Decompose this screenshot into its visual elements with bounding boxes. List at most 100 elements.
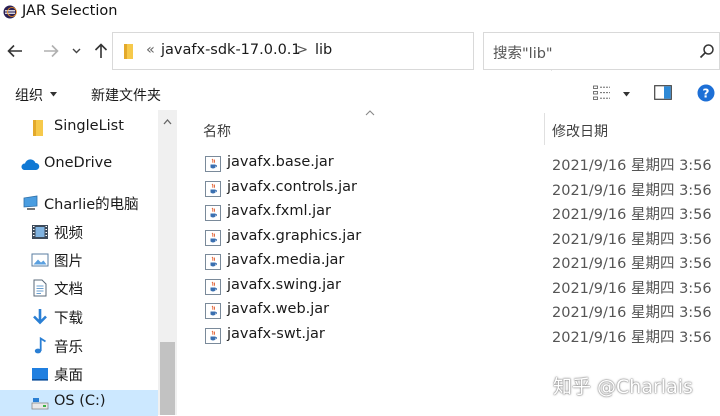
sidebar-item-os-c-drive[interactable]: OS (C:)	[0, 390, 158, 416]
folder-icon	[124, 44, 133, 59]
desktop-icon	[32, 368, 48, 381]
up-button[interactable]	[90, 40, 112, 62]
caret-down-icon	[50, 92, 57, 97]
document-icon	[33, 279, 47, 297]
sidebar-item-desktop[interactable]: 桌面	[0, 361, 158, 387]
help-button[interactable]: ?	[697, 84, 715, 106]
sidebar-item-videos[interactable]: 视频	[0, 219, 158, 245]
details-view-icon	[593, 85, 610, 100]
file-row[interactable]: javafx.media.jar 2021/9/16 星期四 3:56	[178, 250, 720, 274]
sidebar-item-label: 下载	[54, 311, 83, 327]
recent-locations-button[interactable]	[68, 40, 84, 62]
file-date-modified: 2021/9/16 星期四 3:56	[552, 256, 712, 272]
download-icon	[33, 309, 47, 325]
file-row[interactable]: javafx.fxml.jar 2021/9/16 星期四 3:56	[178, 201, 720, 225]
file-name: javafx.controls.jar	[227, 178, 357, 195]
file-date-modified: 2021/9/16 星期四 3:56	[552, 329, 712, 346]
drive-icon	[31, 398, 49, 410]
video-icon	[32, 225, 48, 239]
sidebar-item-pictures[interactable]: 图片	[0, 247, 158, 273]
file-date-modified: 2021/9/16 星期四 3:56	[552, 207, 712, 223]
file-row[interactable]: javafx.graphics.jar 2021/9/16 星期四 3:56	[178, 226, 720, 250]
arrow-left-icon	[7, 44, 22, 58]
file-name: javafx.base.jar	[227, 154, 334, 170]
navigation-pane: SingleList OneDrive Charlie的电脑 视频 图片 文档 …	[0, 110, 177, 416]
breadcrumb-separator: >	[296, 42, 309, 58]
column-divider[interactable]	[544, 113, 545, 145]
search-input[interactable]: 搜索"lib"	[483, 32, 720, 70]
file-row[interactable]: javafx.controls.jar 2021/9/16 星期四 3:56	[178, 177, 720, 201]
sidebar-scrollbar[interactable]	[158, 110, 177, 415]
jar-file-icon	[204, 253, 222, 271]
sidebar-item-onedrive[interactable]: OneDrive	[0, 152, 158, 178]
sidebar-item-singlelist[interactable]: SingleList	[0, 115, 158, 141]
eclipse-app-icon	[3, 5, 17, 19]
sidebar-item-label: 音乐	[54, 340, 83, 356]
breadcrumb-lib[interactable]: lib	[315, 42, 332, 58]
jar-file-icon	[204, 155, 222, 173]
sidebar-item-label: 桌面	[54, 368, 83, 384]
back-button[interactable]	[4, 40, 26, 62]
jar-file-icon	[204, 229, 222, 247]
file-name: javafx-swt.jar	[227, 325, 325, 342]
scroll-thumb[interactable]	[160, 342, 175, 415]
search-icon[interactable]	[699, 43, 715, 59]
preview-pane-icon	[654, 85, 672, 100]
organize-button[interactable]: 组织	[15, 85, 43, 105]
sidebar-item-label: Charlie的电脑	[44, 197, 139, 213]
file-row[interactable]: javafx.swing.jar 2021/9/16 星期四 3:56	[178, 275, 720, 299]
column-header-date-modified[interactable]: 修改日期	[552, 121, 608, 141]
breadcrumb-javafx-sdk[interactable]: javafx-sdk-17.0.0.1	[161, 42, 301, 58]
sidebar-item-label: 图片	[54, 254, 83, 270]
music-icon	[34, 337, 46, 354]
folder-icon	[33, 120, 43, 136]
forward-button[interactable]	[40, 40, 62, 62]
sort-ascending-icon	[365, 110, 375, 116]
watermark: 知乎 @Charlais	[553, 376, 693, 398]
sidebar-item-label: OneDrive	[44, 155, 113, 171]
address-overflow[interactable]: «	[146, 42, 155, 58]
file-date-modified: 2021/9/16 星期四 3:56	[552, 182, 712, 199]
sidebar-item-documents[interactable]: 文档	[0, 275, 158, 301]
file-name: javafx.swing.jar	[227, 276, 341, 293]
file-date-modified: 2021/9/16 星期四 3:56	[552, 158, 712, 174]
help-icon: ?	[697, 84, 715, 102]
jar-file-icon	[204, 204, 222, 222]
sidebar-item-label: 文档	[54, 282, 83, 298]
address-bar[interactable]: « javafx-sdk-17.0.0.1 > lib	[112, 32, 576, 71]
file-name: javafx.fxml.jar	[227, 203, 331, 219]
arrow-up-icon	[94, 43, 108, 58]
preview-pane-button[interactable]	[654, 85, 672, 104]
navigation-bar: « javafx-sdk-17.0.0.1 > lib 搜索"lib"	[0, 32, 720, 72]
sidebar-item-label: OS (C:)	[54, 393, 106, 409]
cloud-icon	[21, 159, 40, 170]
caret-down-icon	[623, 92, 630, 97]
sidebar-item-music[interactable]: 音乐	[0, 333, 158, 359]
sidebar-item-downloads[interactable]: 下载	[0, 304, 158, 330]
chevron-down-icon	[72, 48, 80, 54]
sidebar-item-this-pc[interactable]: Charlie的电脑	[0, 190, 158, 216]
computer-icon	[23, 195, 38, 210]
command-bar: 组织 新建文件夹 ?	[0, 80, 720, 110]
column-header-name[interactable]: 名称	[203, 121, 231, 141]
arrow-right-icon	[44, 44, 59, 58]
svg-text:?: ?	[703, 87, 710, 101]
file-row[interactable]: javafx-swt.jar 2021/9/16 星期四 3:56	[178, 324, 720, 348]
file-name: javafx.media.jar	[227, 252, 345, 268]
file-list: 名称 修改日期 javafx.base.jar 2021/9/16 星期四 3:5…	[178, 110, 720, 415]
sidebar-item-label: SingleList	[54, 118, 124, 134]
scroll-up-icon[interactable]	[163, 119, 172, 125]
file-row[interactable]: javafx.base.jar 2021/9/16 星期四 3:56	[178, 152, 720, 176]
jar-file-icon	[204, 327, 222, 345]
file-name: javafx.graphics.jar	[227, 227, 362, 244]
new-folder-button[interactable]: 新建文件夹	[91, 85, 161, 105]
title-bar: JAR Selection	[0, 0, 720, 24]
change-view-button[interactable]	[593, 84, 633, 104]
file-name: javafx.web.jar	[227, 301, 330, 317]
file-date-modified: 2021/9/16 星期四 3:56	[552, 280, 712, 297]
file-row[interactable]: javafx.web.jar 2021/9/16 星期四 3:56	[178, 299, 720, 323]
jar-file-icon	[204, 278, 222, 296]
picture-icon	[31, 253, 49, 267]
sidebar-item-label: 视频	[54, 226, 83, 242]
file-date-modified: 2021/9/16 星期四 3:56	[552, 305, 712, 321]
